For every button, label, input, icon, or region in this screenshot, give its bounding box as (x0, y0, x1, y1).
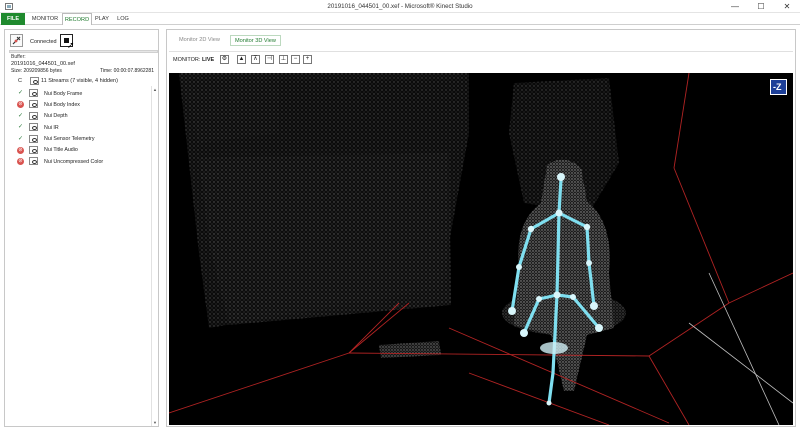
recording-size: Size: 209209856 bytes (11, 68, 62, 74)
view-top-icon[interactable]: ⊼ (251, 55, 260, 64)
monitor-live-state: LIVE (201, 57, 215, 63)
stream-list: ✓ Nui Body Frame ⊘ Nui Body Index ✓ Nui … (9, 88, 152, 168)
disabled-icon[interactable]: ⊘ (17, 158, 24, 166)
eye-icon[interactable] (29, 134, 38, 143)
settings-gear-icon[interactable]: ⚙ (220, 55, 229, 64)
eye-icon[interactable] (29, 123, 38, 132)
minimize-button[interactable]: — (722, 0, 748, 13)
eye-icon[interactable] (29, 100, 38, 109)
monitor-panel: Monitor 2D View Monitor 3D View MONITOR:… (166, 29, 796, 427)
monitor-label: MONITOR: (173, 57, 201, 63)
plug-icon (12, 36, 21, 45)
scroll-down-icon[interactable]: ▼ (152, 420, 158, 425)
eye-icon[interactable] (29, 157, 38, 166)
stream-row[interactable]: ✓ Nui Depth (9, 111, 152, 122)
floor-grid-lines (688, 272, 793, 425)
streams-header: C 11 Streams (7 visible, 4 hidden) (9, 76, 158, 86)
view-bottom-icon[interactable]: ⊥ (279, 55, 288, 64)
zoom-in-icon[interactable]: + (303, 55, 312, 64)
close-button[interactable]: ✕ (774, 0, 800, 13)
divider (169, 51, 793, 52)
eye-icon[interactable] (29, 145, 38, 154)
stream-row[interactable]: ✓ Nui Sensor Telemetry (9, 134, 152, 145)
buffer-label: Buffer: (11, 54, 26, 60)
stream-name: Nui Body Frame (44, 90, 83, 97)
point-cloud-render (169, 73, 793, 425)
disabled-icon[interactable]: ⊘ (17, 101, 24, 109)
zoom-out-icon[interactable]: − (291, 55, 300, 64)
check-icon[interactable]: ✓ (17, 90, 24, 97)
tab-monitor[interactable]: MONITOR (29, 13, 61, 25)
foot-markers (540, 342, 568, 354)
streams-summary: 11 Streams (7 visible, 4 hidden) (41, 78, 118, 84)
menu-file[interactable]: FILE (1, 13, 25, 25)
view-front-icon[interactable]: ▲ (237, 55, 246, 64)
stream-row[interactable]: ⊘ Nui Title Audio (9, 145, 152, 156)
window-title: 20191016_044501_00.xef - Microsoft® Kine… (327, 3, 473, 10)
stream-row[interactable]: ⊘ Nui Uncompressed Color (9, 156, 152, 167)
record-panel: Connected ➚ Buffer: 20191016_044501_00.x… (4, 29, 159, 427)
streams-column-c: C (18, 78, 22, 84)
recording-time: Time: 00:00:07.8962281 (99, 68, 154, 74)
tab-monitor-2d-view[interactable]: Monitor 2D View (175, 35, 224, 46)
eye-icon[interactable] (30, 77, 39, 85)
stream-name: Nui Body Index (44, 101, 80, 108)
view-side-icon[interactable]: ⊣ (265, 55, 274, 64)
3d-point-cloud-viewport[interactable]: -Z (169, 73, 793, 425)
stream-name: Nui IR (44, 124, 59, 131)
stream-name: Nui Title Audio (44, 147, 78, 154)
menu-bar: FILE MONITOR RECORD PLAY LOG (0, 13, 800, 25)
check-icon[interactable]: ✓ (17, 136, 24, 143)
monitor-status: MONITOR: LIVE (173, 57, 214, 63)
tab-log[interactable]: LOG (113, 13, 133, 25)
title-bar: 20191016_044501_00.xef - Microsoft® Kine… (0, 0, 800, 13)
recording-file-name: 20191016_044501_00.xef (11, 61, 75, 67)
tab-monitor-3d-view[interactable]: Monitor 3D View (230, 35, 281, 46)
axis-label: -Z (773, 82, 782, 92)
stream-name: Nui Depth (44, 113, 68, 120)
check-icon[interactable]: ✓ (17, 113, 24, 120)
tab-play[interactable]: PLAY (93, 13, 111, 25)
check-icon[interactable]: ✓ (17, 124, 24, 131)
stream-row[interactable]: ✓ Nui Body Frame (9, 88, 152, 99)
person-base-point-cloud (502, 291, 626, 335)
connect-toggle-button[interactable] (10, 34, 23, 47)
tab-record[interactable]: RECORD (62, 13, 92, 25)
desk-point-cloud (379, 341, 441, 358)
axis-orientation-widget[interactable]: -Z (770, 79, 787, 95)
stream-name: Nui Sensor Telemetry (44, 136, 95, 143)
connection-status: Connected (30, 39, 57, 45)
eye-icon[interactable] (29, 89, 38, 97)
scroll-up-icon[interactable]: ▲ (152, 87, 158, 92)
stream-list-scrollbar[interactable]: ▲ ▼ (151, 86, 157, 426)
disabled-icon[interactable]: ⊘ (17, 146, 24, 154)
stream-name: Nui Uncompressed Color (44, 158, 104, 165)
buffer-progress-bar (9, 50, 158, 53)
monitor-point-cloud (199, 153, 451, 325)
stream-row[interactable]: ⊘ Nui Body Index (9, 99, 152, 110)
stream-row[interactable]: ✓ Nui IR (9, 122, 152, 133)
eye-icon[interactable] (29, 111, 38, 120)
maximize-button[interactable]: ☐ (748, 0, 774, 13)
